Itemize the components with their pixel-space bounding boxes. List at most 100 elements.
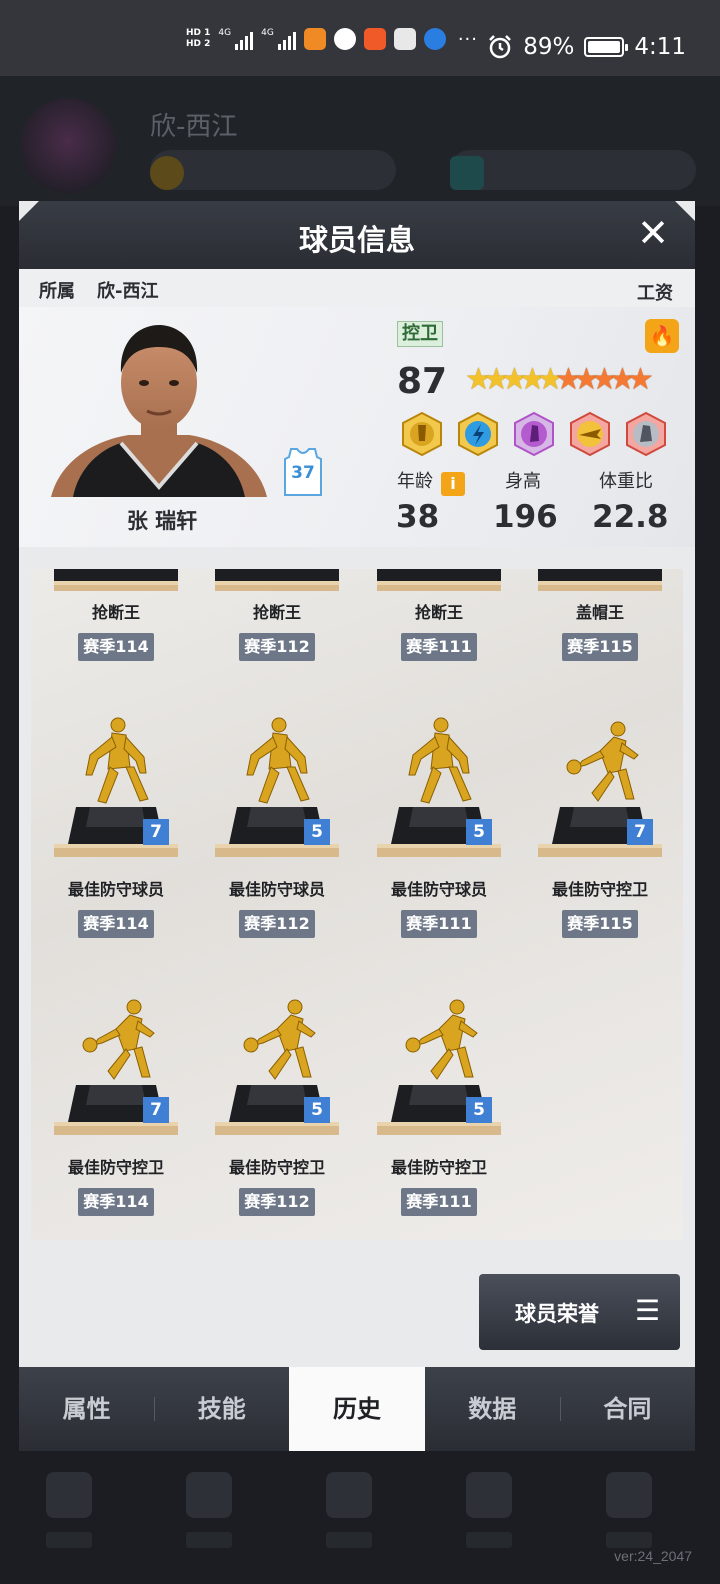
position-badge: 控卫	[397, 321, 443, 347]
trophy-item[interactable]: 5 最佳防守球员 赛季111	[358, 711, 520, 961]
info-icon[interactable]: i	[441, 472, 465, 496]
trophy-name: 最佳防守球员	[67, 880, 164, 899]
star-icon: ★	[609, 362, 636, 397]
trophy-count-badge: 5	[304, 1097, 330, 1123]
gold-wing-badge-icon[interactable]	[567, 411, 613, 457]
background-team-name: 欣-西江	[150, 112, 238, 142]
player-honor-button[interactable]: 球员荣誉 ☰	[479, 1274, 680, 1350]
status-bar: HD 1 HD 2 4G 4G ··· 89% 4:11	[0, 0, 720, 76]
tab-1[interactable]: 技能	[154, 1367, 289, 1451]
trophy-name: 最佳防守控卫	[551, 880, 648, 899]
trophy-item[interactable]: 5 最佳防守控卫赛季111	[358, 989, 520, 1239]
trophy-name: 最佳防守球员	[228, 880, 325, 899]
trophy-item[interactable]: 7 最佳防守控卫 赛季115	[519, 711, 681, 961]
bulb-notification-icon	[423, 28, 446, 50]
nav-icon-4	[466, 1472, 512, 1518]
tab-0[interactable]: 属性	[19, 1367, 154, 1451]
trophy-season: 赛季112	[239, 1188, 315, 1216]
tab-3[interactable]: 数据	[425, 1367, 560, 1451]
trophy-season: 赛季114	[78, 633, 154, 661]
trophy-count-badge: 7	[627, 819, 653, 845]
age-label-text: 年龄	[397, 471, 433, 492]
gold-badge-icon[interactable]	[399, 411, 445, 457]
hd2-label: HD 2	[186, 39, 211, 49]
trophy-name: 最佳防守控卫	[67, 1158, 164, 1177]
trophy-season: 赛季115	[562, 633, 638, 661]
coin-balance-pill	[150, 150, 396, 190]
star-icon: ★	[573, 362, 600, 397]
trophy-season: 赛季111	[401, 910, 477, 938]
trophy-grid[interactable]: 抢断王 赛季114 抢断王 赛季112 抢断王 赛季111 盖帽王 赛季115 7 最佳防守球员赛…	[31, 569, 683, 1240]
trophy-name: 抢断王	[252, 603, 301, 622]
trophy-season: 赛季114	[78, 910, 154, 938]
nav-label-1	[46, 1532, 92, 1548]
team-logo-icon	[20, 98, 116, 194]
nav-label-3	[326, 1532, 372, 1548]
hd1-label: HD 1	[186, 28, 211, 38]
status-left: HD 1 HD 2 4G 4G ···	[186, 28, 478, 50]
star-icon: ★	[465, 362, 492, 397]
trophy-item[interactable]: 7 最佳防守控卫赛季114	[35, 989, 197, 1239]
player-honor-label: 球员荣誉	[515, 1302, 599, 1326]
trophy-item[interactable]: 5 最佳防守球员 赛季112	[196, 711, 358, 961]
modal-title: 球员信息	[298, 223, 415, 257]
weight-label: 体重比	[599, 471, 653, 492]
trophy-item[interactable]: 7 最佳防守球员赛季114	[35, 711, 197, 961]
player-info-modal: 球员信息 ✕ 所属 欣-西江 工资 37 张 瑞轩 控卫 🔥 87 ★ ★ ★ …	[19, 201, 695, 1451]
modal-header: 球员信息 ✕	[19, 201, 695, 269]
player-summary: 37 张 瑞轩 控卫 🔥 87 ★ ★ ★ ★ ★ ★ ★ ★ ★ ★ 年龄 i…	[19, 307, 695, 547]
close-icon[interactable]: ✕	[637, 213, 669, 253]
weight-value: 22.8	[592, 499, 669, 535]
nav-label-4	[466, 1532, 512, 1548]
nav-icon-2	[186, 1472, 232, 1518]
trophy-name: 抢断王	[414, 603, 463, 622]
star-icon: ★	[591, 362, 618, 397]
trophy-season: 赛季114	[78, 1188, 154, 1216]
gem-icon	[450, 156, 484, 190]
trophy-season: 赛季111	[401, 633, 477, 661]
gem-balance-pill	[450, 150, 696, 190]
nav-icon-5	[606, 1472, 652, 1518]
nav-label-5	[606, 1532, 652, 1548]
red-badge-icon[interactable]	[623, 411, 669, 457]
team-row: 所属 欣-西江 工资	[19, 269, 695, 307]
trophy-item[interactable]: 5 最佳防守控卫 赛季112	[196, 989, 358, 1239]
trophy-count-badge: 7	[143, 819, 169, 845]
trophy-name: 最佳防守控卫	[390, 1158, 487, 1177]
star-rating: ★ ★ ★ ★ ★ ★ ★ ★ ★ ★	[465, 362, 654, 397]
trophy-season: 赛季111	[401, 1188, 477, 1216]
trophy-name: 盖帽王	[575, 603, 624, 622]
more-notifications-icon: ···	[457, 28, 478, 50]
signal-2-icon: 4G	[261, 28, 296, 50]
salary-label: 工资	[637, 283, 673, 304]
purple-badge-icon[interactable]	[511, 411, 557, 457]
trophy-season: 赛季112	[239, 633, 315, 661]
app-notification-icon	[303, 28, 326, 50]
browser-notification-icon	[333, 28, 356, 50]
trophy-count-badge: 7	[143, 1097, 169, 1123]
nav-icon-3	[326, 1472, 372, 1518]
tab-2[interactable]: 历史	[289, 1367, 425, 1451]
hd-indicator: HD 1 HD 2	[186, 28, 210, 50]
blue-badge-icon[interactable]	[455, 411, 501, 457]
age-label: 年龄 i	[397, 467, 465, 496]
net2-label: 4G	[261, 28, 274, 38]
player-rating: 87	[397, 361, 448, 402]
nav-label-2	[186, 1532, 232, 1548]
star-icon: ★	[555, 362, 582, 397]
trophy-count-badge: 5	[466, 1097, 492, 1123]
fire-icon[interactable]: 🔥	[645, 319, 679, 353]
tab-4[interactable]: 合同	[559, 1367, 695, 1451]
trophy-count-badge: 5	[304, 819, 330, 845]
star-icon: ★	[483, 362, 510, 397]
battery-percent: 89%	[523, 34, 575, 60]
background-nav: ver:24_2047	[0, 1450, 720, 1584]
star-icon: ★	[627, 362, 654, 397]
background-header: 欣-西江	[0, 76, 720, 206]
star-icon: ★	[519, 362, 546, 397]
nav-icon-1	[46, 1472, 92, 1518]
app2-notification-icon	[363, 28, 386, 50]
star-icon: ★	[537, 362, 564, 397]
skill-badges	[399, 411, 669, 457]
clock: 4:11	[634, 34, 686, 60]
